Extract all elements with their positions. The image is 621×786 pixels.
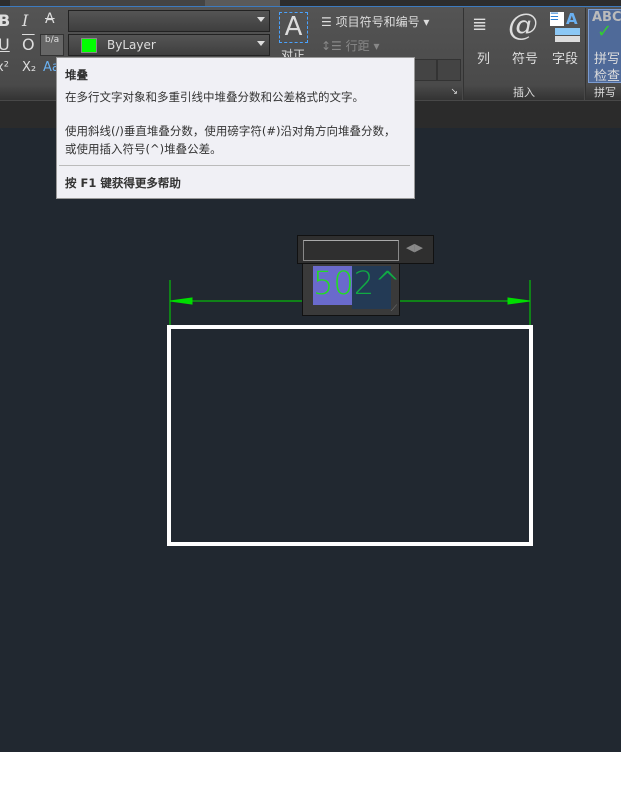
line-spacing-button[interactable]: ↕☰ 行距 ▾ — [321, 37, 380, 54]
field-button[interactable]: 字段 — [552, 48, 578, 67]
field-icon: ☰ A — [550, 10, 580, 42]
chevron-down-icon — [257, 41, 265, 46]
ribbon-tabs[interactable] — [0, 0, 621, 7]
check-icon: ✓ — [597, 21, 613, 42]
font-combo[interactable] — [68, 10, 270, 32]
list-icon: ☰ — [321, 15, 336, 29]
line-spacing-icon: ↕☰ — [321, 39, 346, 53]
subscript-button[interactable]: X₂ — [22, 60, 36, 75]
italic-button[interactable]: I — [22, 11, 28, 30]
editor-text[interactable]: 502^ — [313, 264, 401, 302]
symbol-button[interactable]: 符号 — [512, 48, 538, 67]
distribute-button[interactable] — [437, 59, 461, 81]
color-combo[interactable]: ByLayer — [68, 34, 270, 56]
arrow-right-icon — [507, 297, 531, 305]
ruler-scale[interactable] — [303, 240, 399, 261]
text-editor[interactable]: 502^ ⟋ — [302, 263, 401, 316]
bullets-label: 项目符号和编号 — [335, 15, 420, 29]
spell-check-button[interactable]: ABC ✓ 拼写 检查 — [588, 9, 621, 84]
justify-icon[interactable]: A — [279, 12, 308, 43]
overline-button[interactable]: O — [22, 35, 35, 54]
color-swatch — [81, 38, 97, 53]
tooltip: 堆叠 在多行文字对象和多重引线中堆叠分数和公差格式的文字。 使用斜线(/)垂直堆… — [56, 57, 415, 199]
resize-grip-icon[interactable]: ⟋ — [391, 304, 397, 314]
superscript-button[interactable]: x² — [0, 60, 9, 75]
tooltip-detail-2: 或使用插入符号(^)堆叠公差。 — [65, 142, 222, 156]
tooltip-detail-1: 使用斜线(/)垂直堆叠分数，使用磅字符(#)沿对角方向堆叠分数， — [65, 124, 396, 138]
ruler[interactable]: ◀▶ — [297, 235, 434, 264]
arrow-left-icon — [169, 297, 193, 305]
ruler-width-arrows-icon[interactable]: ◀▶ — [406, 241, 423, 254]
strikethrough-button[interactable]: A — [45, 11, 55, 27]
columns-button[interactable]: 列 — [477, 48, 490, 67]
selected-text: 50 — [313, 264, 354, 302]
unselected-text: 2^ — [353, 264, 401, 302]
color-value: ByLayer — [107, 38, 156, 52]
align-button[interactable] — [413, 59, 437, 81]
chevron-down-icon — [257, 17, 265, 22]
spell-check-label-2: 检查 — [594, 69, 621, 84]
rectangle — [167, 325, 533, 546]
at-symbol-icon: @ — [508, 8, 538, 43]
tooltip-desc: 在多行文字对象和多重引线中堆叠分数和公差格式的文字。 — [65, 90, 364, 104]
line-spacing-label: 行距 — [345, 39, 370, 53]
insert-panel-label: 插入 — [464, 85, 584, 100]
tooltip-title: 堆叠 — [65, 68, 88, 82]
tooltip-divider — [59, 165, 410, 166]
underline-button[interactable]: U — [0, 35, 10, 54]
columns-icon: ≣ — [472, 14, 488, 35]
bold-button[interactable]: B — [0, 11, 10, 30]
bullets-button[interactable]: ☰ 项目符号和编号 ▾ — [321, 13, 429, 30]
stack-button[interactable]: b/a — [40, 34, 64, 56]
dialog-launcher-icon[interactable]: ↘ — [450, 85, 458, 100]
spell-panel-label: 拼写 — [586, 85, 621, 100]
tooltip-help: 按 F1 键获得更多帮助 — [65, 176, 181, 190]
drawing-canvas[interactable]: ◀▶ 502^ ⟋ — [0, 128, 621, 752]
